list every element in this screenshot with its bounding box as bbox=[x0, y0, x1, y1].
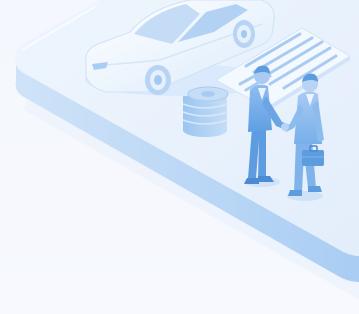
car-deal-illustration bbox=[15, 0, 359, 300]
coin-stack bbox=[182, 86, 229, 137]
handshake bbox=[281, 123, 289, 131]
illustration-canvas bbox=[0, 0, 359, 314]
